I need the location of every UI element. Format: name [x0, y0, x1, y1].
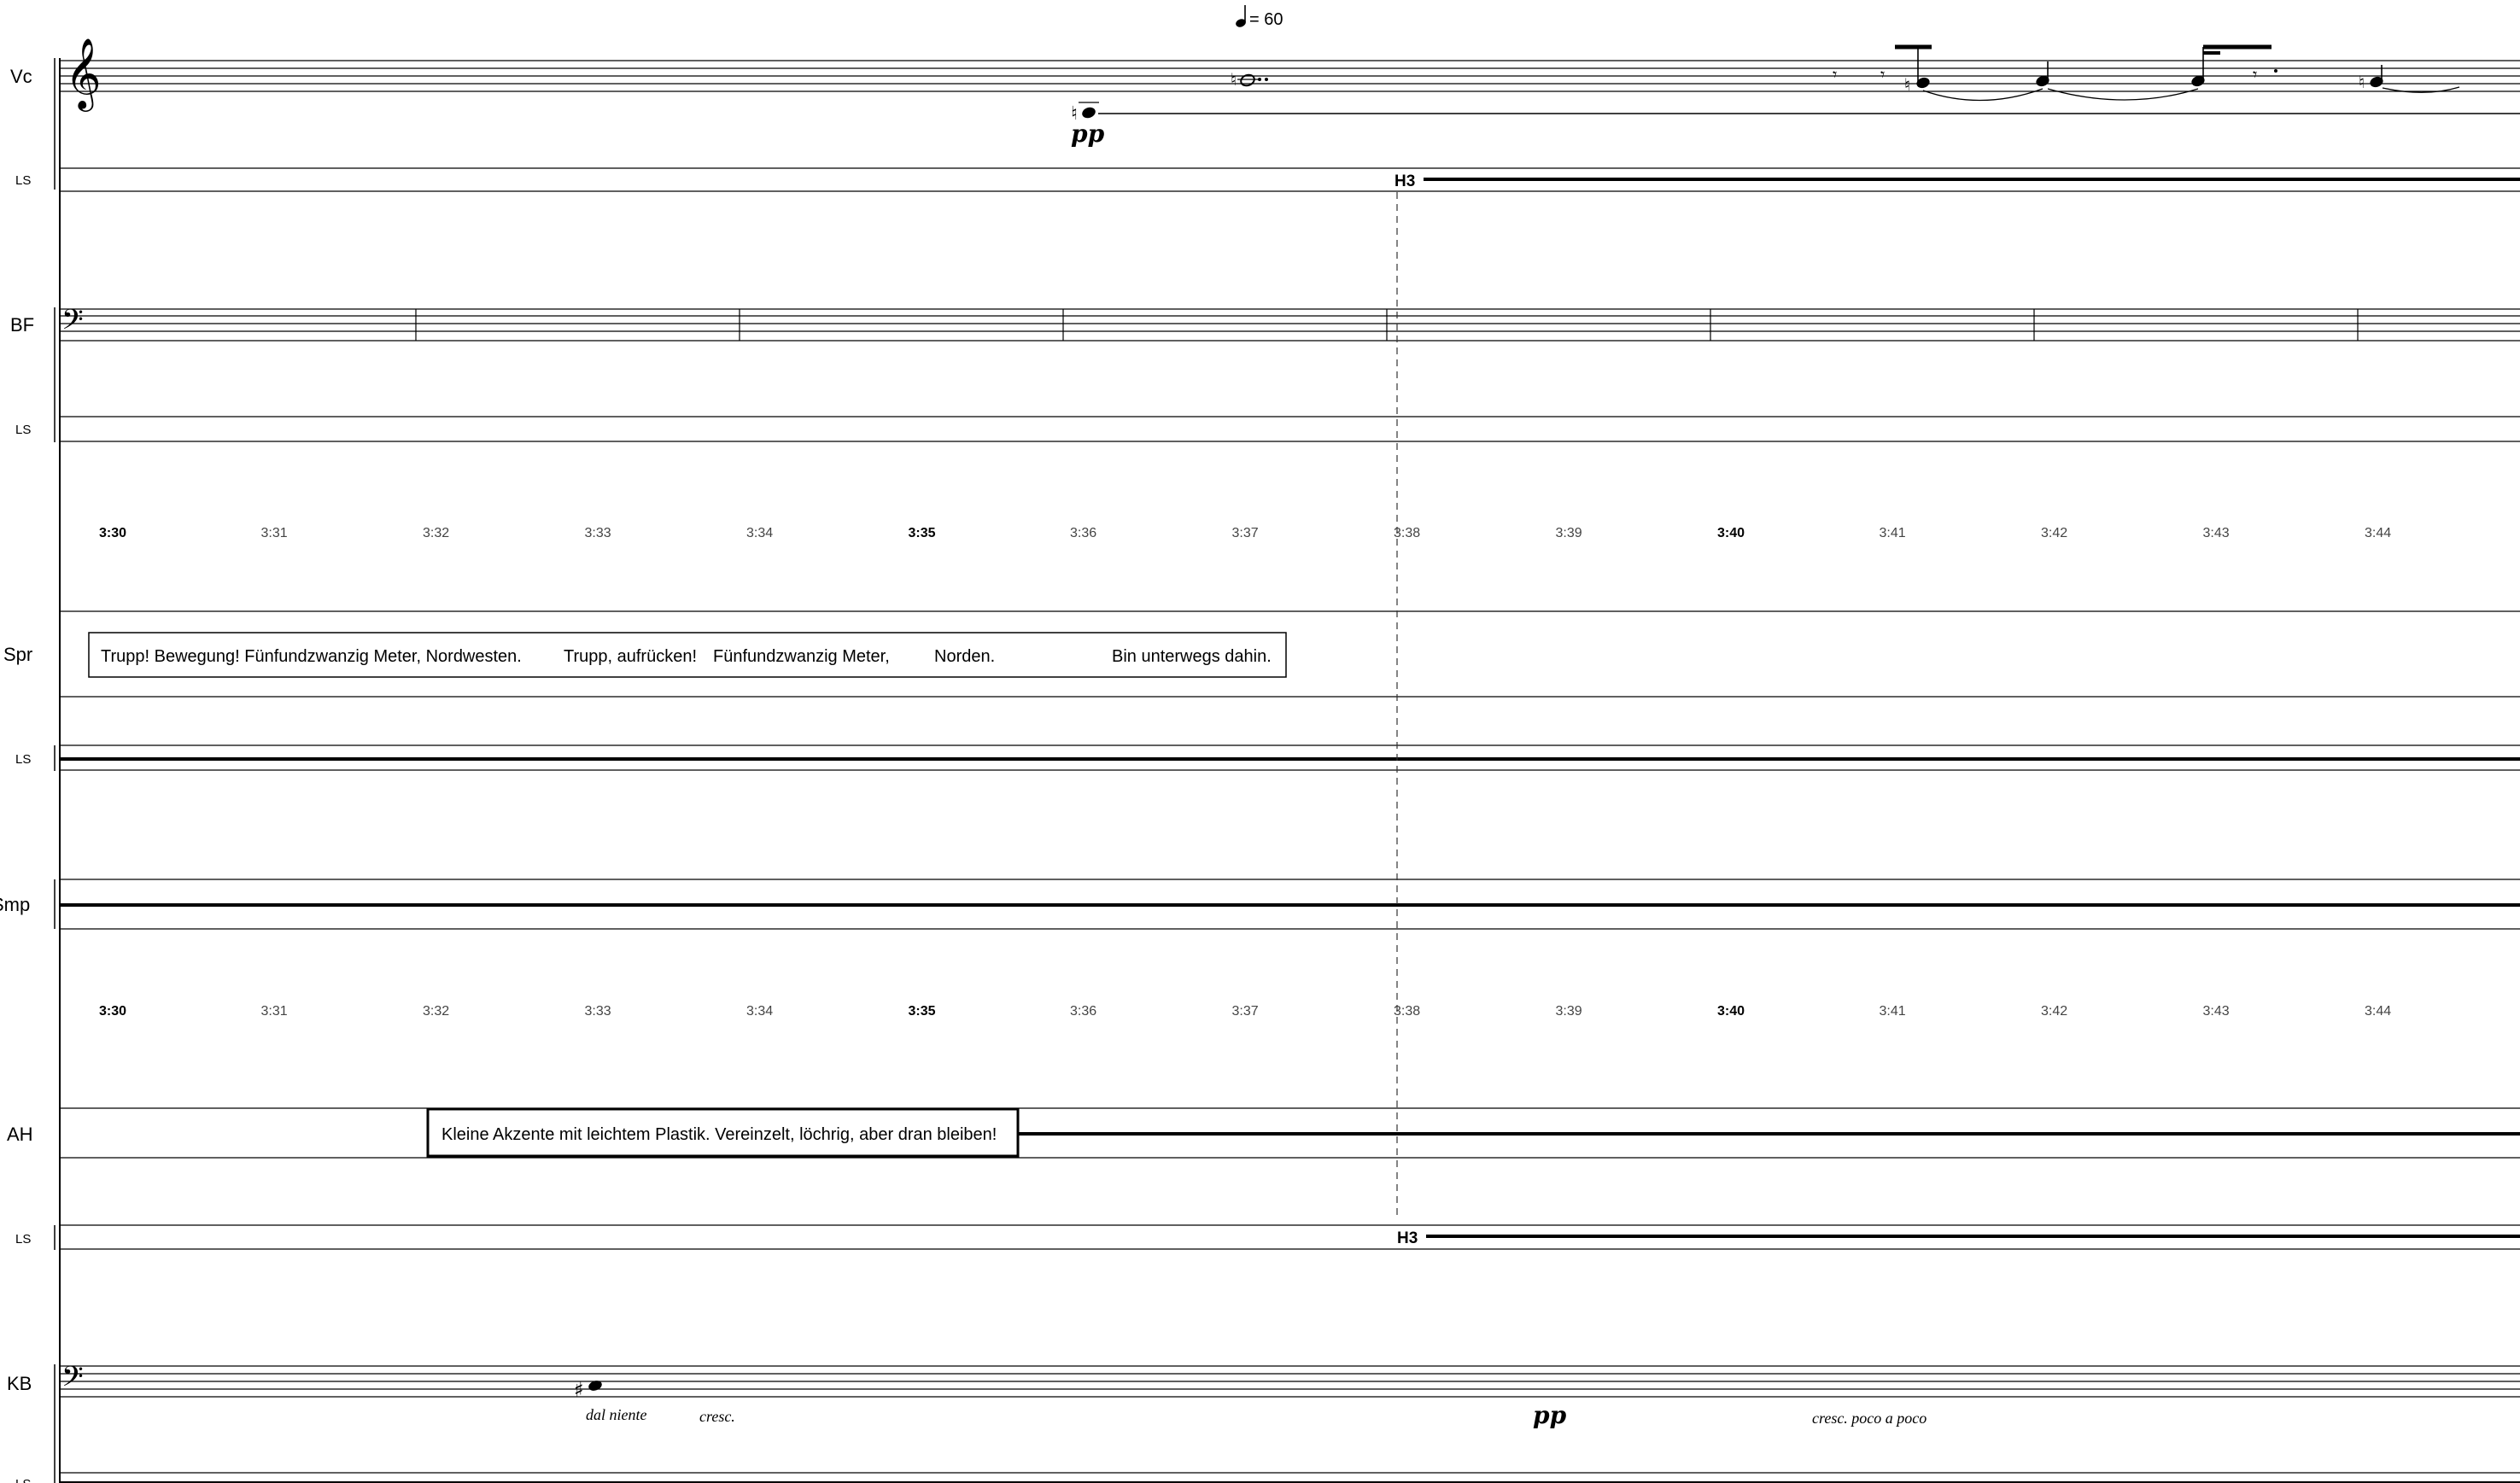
score-page: = 60 Vc 𝄞 ♮ pp ♮ 𝄾 � — [0, 5, 2520, 1483]
timeline-label: 3:43 — [2203, 1004, 2230, 1019]
staff-label-ah: AH — [7, 1124, 33, 1145]
spr-phrase-1: Trupp! Bewegung! Fünfundzwanzig Meter, N… — [101, 647, 522, 666]
timeline-label: 3:41 — [1880, 1004, 1906, 1019]
staff-label-spr-ls: LS — [15, 752, 31, 767]
vc-ls-marker: H3 — [1394, 172, 1415, 190]
timeline-label: 3:44 — [2365, 526, 2391, 540]
spr-phrase-4: Norden. — [934, 647, 995, 666]
staff-label-ah-ls: LS — [15, 1232, 31, 1247]
vc-note-half: ♮ — [1231, 69, 1268, 90]
kb-staff: KB 𝄢 ♯ dal niente cresc. pp cresc. poco … — [7, 1361, 2520, 1483]
timeline-label: 3:31 — [261, 526, 288, 540]
timeline-label: 3:41 — [1880, 526, 1906, 540]
timeline-label: 3:43 — [2203, 526, 2230, 540]
timeline-label: 3:36 — [1070, 1004, 1096, 1019]
timeline-label: 3:35 — [909, 1004, 936, 1019]
timeline-label: 3:33 — [585, 526, 611, 540]
timeline-lower: 3:30 3:31 3:32 3:33 3:34 3:35 3:36 3:37 3:38 3:39… — [99, 1004, 2391, 1019]
svg-text:𝄾: 𝄾 — [1880, 64, 1885, 85]
timeline-label: 3:34 — [746, 526, 773, 540]
treble-clef-icon: 𝄞 — [65, 37, 102, 112]
staff-label-smp: Smp — [0, 894, 30, 915]
svg-text:♯: ♯ — [574, 1378, 584, 1402]
timeline-label: 3:33 — [585, 1004, 611, 1019]
timeline-label: 3:37 — [1232, 526, 1259, 540]
kb-ls-staff: LS — [15, 1472, 2520, 1483]
smp-staff: Smp — [0, 879, 2520, 930]
vc-figure-rests: 𝄾 𝄾 𝄾 — [1833, 64, 2277, 85]
timeline-label: 3:32 — [423, 1004, 449, 1019]
svg-text:♮: ♮ — [1231, 69, 1237, 90]
spr-phrase-2: Trupp, aufrücken! — [564, 647, 697, 666]
kb-dynamic: pp — [1533, 1401, 1567, 1429]
staff-label-vc-ls: LS — [15, 173, 31, 188]
spr-ls-staff: LS — [15, 744, 2520, 771]
ah-ls-staff: LS H3 — [15, 1224, 2520, 1250]
bass-clef-icon: 𝄢 — [61, 1361, 84, 1400]
quarter-note-icon — [1236, 5, 1246, 27]
ah-ls-marker: H3 — [1397, 1229, 1418, 1247]
bf-barlines — [415, 309, 2359, 341]
spr-staff: Spr Trupp! Bewegung! Fünfundzwanzig Mete… — [3, 610, 2520, 698]
vc-staff: Vc 𝄞 ♮ pp ♮ 𝄾 𝄾 𝄾 ♮ ♮ — [10, 37, 2520, 190]
vc-figure-notes: ♮ ♮ — [1895, 44, 2460, 102]
svg-text:♮: ♮ — [2359, 72, 2365, 92]
tempo-text: = 60 — [1249, 10, 1283, 29]
timeline-label: 3:30 — [99, 1004, 126, 1019]
timeline-label: 3:38 — [1394, 1004, 1420, 1019]
timeline-label: 3:30 — [99, 526, 126, 540]
svg-text:♮: ♮ — [1904, 74, 1910, 95]
timeline-label: 3:37 — [1232, 1004, 1259, 1019]
timeline-label: 3:39 — [1556, 526, 1582, 540]
timeline-label: 3:40 — [1717, 1004, 1745, 1019]
timeline-label: 3:40 — [1717, 526, 1745, 540]
svg-text:𝄾: 𝄾 — [1833, 64, 1837, 85]
timeline-label: 3:36 — [1070, 526, 1096, 540]
ah-box-text: Kleine Akzente mit leichtem Plastik. Ver… — [441, 1125, 997, 1144]
staff-label-bf: BF — [10, 314, 34, 336]
timeline-label: 3:32 — [423, 526, 449, 540]
spr-phrase-3: Fünfundzwanzig Meter, — [713, 647, 890, 666]
timeline-label: 3:34 — [746, 1004, 773, 1019]
svg-text:𝄾: 𝄾 — [2253, 64, 2257, 85]
timeline-label: 3:42 — [2041, 1004, 2067, 1019]
timeline-upper: 3:30 3:31 3:32 3:33 3:34 3:35 3:36 3:37 3:38 3:39… — [99, 526, 2391, 540]
kb-expr-cresc: cresc. — [699, 1408, 735, 1425]
timeline-label: 3:31 — [261, 1004, 288, 1019]
bass-clef-icon: 𝄢 — [61, 304, 84, 343]
bf-ls-staff: LS — [15, 416, 2520, 442]
ah-staff: AH Kleine Akzente mit leichtem Plastik. … — [7, 1107, 2520, 1159]
timeline-label: 3:44 — [2365, 1004, 2391, 1019]
kb-expr-dal-niente: dal niente — [586, 1406, 646, 1423]
spr-phrase-5: Bin unterwegs dahin. — [1112, 647, 1272, 666]
timeline-label: 3:38 — [1394, 526, 1420, 540]
staff-label-spr: Spr — [3, 644, 32, 665]
timeline-label: 3:35 — [909, 526, 936, 540]
tempo-marking: = 60 — [1236, 5, 1283, 29]
timeline-label: 3:42 — [2041, 526, 2067, 540]
vc-ls-staff: LS H3 — [15, 167, 2520, 192]
vc-dynamic: pp — [1071, 120, 1105, 148]
staff-label-vc: Vc — [10, 66, 32, 87]
timeline-label: 3:39 — [1556, 1004, 1582, 1019]
bf-staff: BF 𝄢 — [10, 304, 2520, 442]
staff-label-bf-ls: LS — [15, 423, 31, 437]
staff-label-kb-ls: LS — [15, 1477, 31, 1483]
staff-label-kb: KB — [7, 1373, 32, 1394]
kb-expr-cresc-poco: cresc. poco a poco — [1812, 1410, 1927, 1427]
